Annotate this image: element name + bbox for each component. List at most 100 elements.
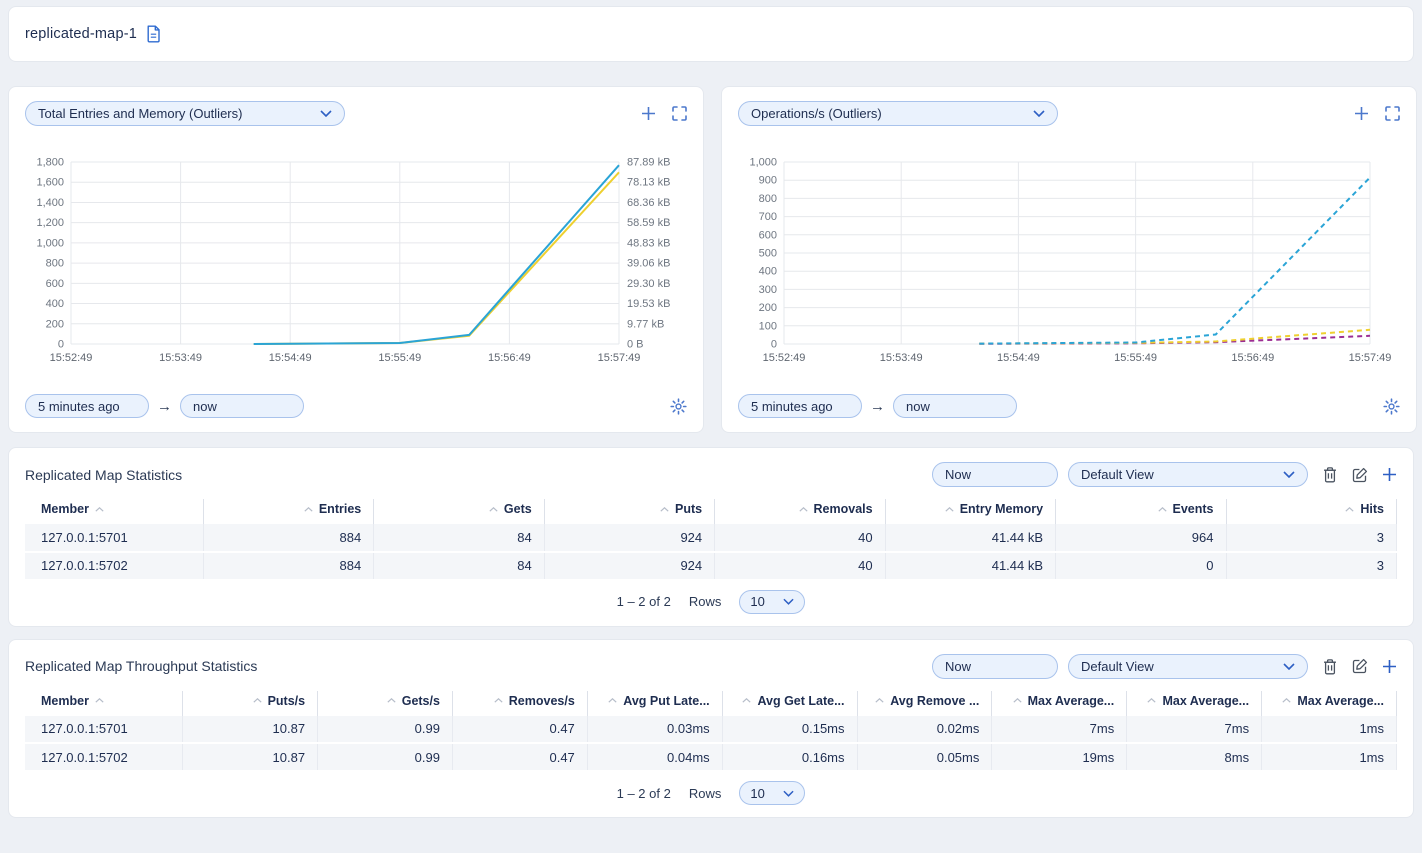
column-header-removals[interactable]: Removals — [715, 499, 885, 524]
fullscreen-icon[interactable] — [672, 106, 687, 121]
rows-per-page-value: 10 — [750, 594, 764, 609]
section-title: Replicated Map Statistics — [25, 467, 182, 483]
svg-text:68.36 kB: 68.36 kB — [627, 197, 670, 209]
entries-memory-chart-panel: Total Entries and Memory (Outliers) 00 B… — [8, 86, 704, 433]
svg-text:1,000: 1,000 — [36, 237, 64, 249]
column-header-avg-remove-latency[interactable]: Avg Remove ... — [857, 691, 992, 716]
table-row[interactable]: 127.0.0.1:5702 10.87 0.99 0.47 0.04ms 0.… — [25, 743, 1397, 771]
chevron-down-icon — [1033, 110, 1045, 117]
page-range: 1 – 2 of 2 — [617, 594, 671, 609]
time-from-value: 5 minutes ago — [751, 399, 833, 414]
time-to-input[interactable]: now — [180, 394, 304, 418]
events-cell: 0 — [1056, 552, 1226, 580]
sort-icon — [253, 698, 262, 703]
column-header-avg-get-latency[interactable]: Avg Get Late... — [722, 691, 857, 716]
entries-cell: 884 — [203, 524, 373, 552]
chevron-down-icon — [1283, 471, 1295, 478]
add-table-icon[interactable] — [1382, 467, 1397, 482]
avg-get-latency-cell: 0.16ms — [722, 743, 857, 771]
column-header-entry-memory[interactable]: Entry Memory — [885, 499, 1055, 524]
time-filter-input[interactable]: Now — [932, 654, 1058, 679]
column-header-removes-per-sec[interactable]: Removes/s — [452, 691, 587, 716]
fullscreen-icon[interactable] — [1385, 106, 1400, 121]
sort-icon — [494, 698, 503, 703]
svg-text:1,200: 1,200 — [36, 217, 64, 229]
settings-gear-icon[interactable] — [1383, 398, 1400, 415]
chevron-down-icon — [783, 790, 794, 797]
svg-text:1,800: 1,800 — [36, 157, 64, 169]
avg-put-latency-cell: 0.03ms — [587, 715, 722, 743]
rows-label: Rows — [689, 594, 722, 609]
rows-per-page-select[interactable]: 10 — [739, 590, 805, 614]
time-to-input[interactable]: now — [893, 394, 1017, 418]
replicated-map-throughput-statistics-table: Member Puts/s Gets/s Removes/s Avg Put L… — [25, 691, 1397, 773]
column-header-member[interactable]: Member — [25, 691, 183, 716]
sort-icon — [1013, 698, 1022, 703]
table-row[interactable]: 127.0.0.1:5701 884 84 924 40 41.44 kB 96… — [25, 524, 1397, 552]
add-chart-icon[interactable] — [1354, 106, 1369, 121]
chevron-down-icon — [1283, 663, 1295, 670]
table-row[interactable]: 127.0.0.1:5701 10.87 0.99 0.47 0.03ms 0.… — [25, 715, 1397, 743]
svg-text:400: 400 — [46, 298, 64, 310]
time-from-input[interactable]: 5 minutes ago — [25, 394, 149, 418]
page-range: 1 – 2 of 2 — [617, 786, 671, 801]
column-header-member[interactable]: Member — [25, 499, 203, 524]
table-header-row: Member Entries Gets Puts Removals Entry … — [25, 499, 1397, 524]
edit-view-icon[interactable] — [1352, 658, 1368, 674]
replicated-map-statistics-table: Member Entries Gets Puts Removals Entry … — [25, 499, 1397, 581]
metric-selector[interactable]: Total Entries and Memory (Outliers) — [25, 101, 345, 126]
svg-text:9.77 kB: 9.77 kB — [627, 318, 664, 330]
gets-per-sec-cell: 0.99 — [318, 715, 453, 743]
delete-view-icon[interactable] — [1322, 658, 1338, 675]
time-to-value: now — [193, 399, 217, 414]
svg-text:48.83 kB: 48.83 kB — [627, 237, 670, 249]
view-selector[interactable]: Default View — [1068, 654, 1308, 679]
svg-text:15:56:49: 15:56:49 — [488, 352, 531, 364]
gets-per-sec-cell: 0.99 — [318, 743, 453, 771]
sort-icon — [1345, 507, 1354, 512]
svg-text:29.30 kB: 29.30 kB — [627, 278, 670, 290]
sort-icon — [799, 507, 808, 512]
time-from-input[interactable]: 5 minutes ago — [738, 394, 862, 418]
metric-selector[interactable]: Operations/s (Outliers) — [738, 101, 1058, 126]
time-filter-value: Now — [945, 467, 971, 482]
time-filter-input[interactable]: Now — [932, 462, 1058, 487]
column-header-max-average-1[interactable]: Max Average... — [992, 691, 1127, 716]
svg-text:1,600: 1,600 — [36, 177, 64, 189]
svg-text:15:54:49: 15:54:49 — [269, 352, 312, 364]
page-title: replicated-map-1 — [25, 26, 137, 42]
column-header-gets-per-sec[interactable]: Gets/s — [318, 691, 453, 716]
table-row[interactable]: 127.0.0.1:5702 884 84 924 40 41.44 kB 0 … — [25, 552, 1397, 580]
view-selector[interactable]: Default View — [1068, 462, 1308, 487]
column-header-puts-per-sec[interactable]: Puts/s — [183, 691, 318, 716]
avg-remove-latency-cell: 0.02ms — [857, 715, 992, 743]
chevron-down-icon — [320, 110, 332, 117]
entry-memory-cell: 41.44 kB — [885, 552, 1055, 580]
column-header-max-average-3[interactable]: Max Average... — [1262, 691, 1397, 716]
column-header-puts[interactable]: Puts — [544, 499, 714, 524]
arrow-right-icon: → — [157, 398, 172, 415]
rows-per-page-select[interactable]: 10 — [739, 781, 805, 805]
sort-icon — [742, 698, 751, 703]
max-average-cell: 1ms — [1262, 715, 1397, 743]
column-header-gets[interactable]: Gets — [374, 499, 544, 524]
settings-gear-icon[interactable] — [670, 398, 687, 415]
svg-text:0: 0 — [771, 339, 777, 351]
column-header-events[interactable]: Events — [1056, 499, 1226, 524]
column-header-avg-put-latency[interactable]: Avg Put Late... — [587, 691, 722, 716]
add-table-icon[interactable] — [1382, 659, 1397, 674]
delete-view-icon[interactable] — [1322, 466, 1338, 483]
svg-text:800: 800 — [46, 258, 64, 270]
svg-text:15:52:49: 15:52:49 — [763, 352, 806, 364]
column-header-entries[interactable]: Entries — [203, 499, 373, 524]
svg-text:78.13 kB: 78.13 kB — [627, 177, 670, 189]
svg-text:600: 600 — [759, 229, 777, 241]
document-icon[interactable] — [146, 25, 161, 43]
column-header-hits[interactable]: Hits — [1226, 499, 1397, 524]
removals-cell: 40 — [715, 524, 885, 552]
edit-view-icon[interactable] — [1352, 467, 1368, 483]
column-header-max-average-2[interactable]: Max Average... — [1127, 691, 1262, 716]
svg-text:600: 600 — [46, 278, 64, 290]
gets-cell: 84 — [374, 524, 544, 552]
add-chart-icon[interactable] — [641, 106, 656, 121]
